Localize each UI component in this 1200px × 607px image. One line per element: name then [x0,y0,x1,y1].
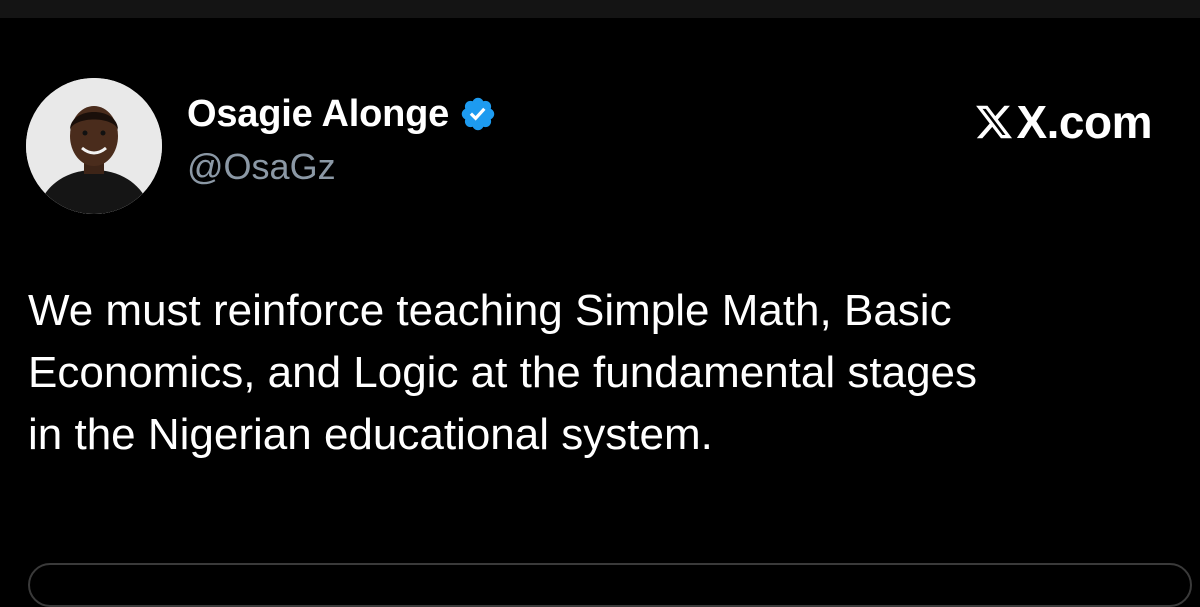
avatar[interactable] [26,78,162,214]
x-logo-icon [976,105,1013,139]
tweet-card: Osagie Alonge @OsaGz X.com We must reinf… [0,18,1200,607]
verified-badge-icon [461,97,495,131]
author-name-row: Osagie Alonge [187,90,497,138]
author-handle[interactable]: @OsaGz [187,146,336,188]
author-display-name[interactable]: Osagie Alonge [187,93,449,136]
brand-text: X.com [1016,96,1152,148]
tweet-text: We must reinforce teaching Simple Math, … [28,286,978,459]
person-avatar-icon [26,78,162,214]
embedded-card[interactable] [28,563,1192,607]
top-bar [0,0,1200,18]
brand-logo: X.com [974,96,1152,148]
